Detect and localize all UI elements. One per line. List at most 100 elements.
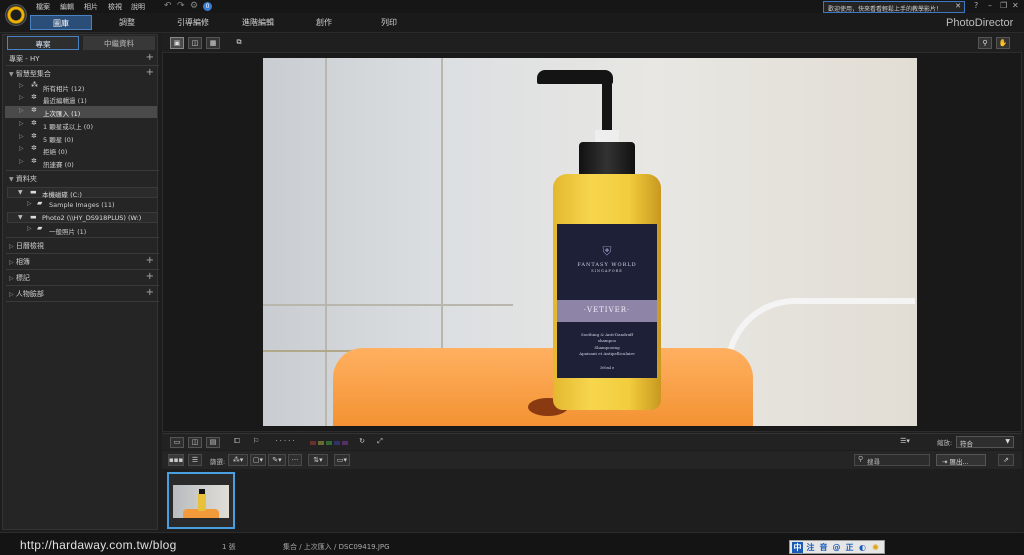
zoom-select[interactable]: 符合 ▼: [956, 436, 1014, 448]
ime-zheng-icon[interactable]: 正: [844, 542, 855, 553]
collapsed-arrow-icon[interactable]: ▷: [19, 145, 24, 152]
collection-all-photos[interactable]: ▷ ⁂ 所有相片 (12): [5, 81, 157, 93]
collapsed-arrow-icon[interactable]: ▷: [19, 82, 24, 89]
share-icon[interactable]: ⇗: [998, 454, 1014, 466]
undo-icon[interactable]: ↶: [164, 1, 172, 11]
thumbnail-view-button[interactable]: ▪▪▪: [168, 454, 184, 466]
calendar-view-header[interactable]: ▷ 日曆檢視: [5, 239, 157, 251]
settings-icon[interactable]: ⚙: [190, 1, 198, 11]
help-icon[interactable]: ?: [974, 1, 978, 10]
menu-file[interactable]: 檔案: [36, 2, 50, 12]
maximize-icon[interactable]: ❐: [1000, 1, 1007, 10]
add-tag-icon[interactable]: +: [146, 271, 154, 282]
collection-rejected[interactable]: ▷ ✲ 拒絕 (0): [5, 144, 157, 156]
tags-header[interactable]: ▷ 標記 +: [5, 271, 157, 283]
color-label-blue[interactable]: [334, 441, 340, 445]
collapsed-arrow-icon[interactable]: ▷: [9, 259, 14, 266]
ime-at-icon[interactable]: @: [831, 542, 842, 553]
compare-view-button[interactable]: ◫: [188, 37, 202, 49]
add-project-icon[interactable]: +: [146, 52, 154, 63]
tab-metadata[interactable]: 中繼資料: [83, 36, 155, 50]
collection-five-star[interactable]: ▷ ✲ 5 顆星 (0): [5, 132, 157, 144]
folder-sample-images[interactable]: ▷ ▰ Sample Images (11): [5, 199, 157, 211]
multi-photo-button[interactable]: ▤: [206, 437, 220, 448]
menu-view[interactable]: 檢視: [108, 2, 122, 12]
tab-library[interactable]: 圖庫: [30, 15, 92, 30]
collapsed-arrow-icon[interactable]: ▷: [9, 275, 14, 282]
collapsed-arrow-icon[interactable]: ▷: [27, 225, 32, 232]
external-monitor-icon[interactable]: ⧉: [232, 37, 246, 49]
smart-collections-header[interactable]: ▼ 智慧型集合 +: [5, 67, 157, 79]
collapsed-arrow-icon[interactable]: ▷: [9, 243, 14, 250]
single-view-button[interactable]: ▣: [170, 37, 184, 49]
photo-thumbnail[interactable]: [167, 472, 235, 529]
collapsed-arrow-icon[interactable]: ▷: [19, 133, 24, 140]
fullscreen-icon[interactable]: ⤢: [374, 437, 386, 448]
close-notification-icon[interactable]: ✕: [955, 2, 961, 10]
view-options-icon[interactable]: ☰▾: [896, 437, 914, 448]
collapsed-arrow-icon[interactable]: ▷: [19, 120, 24, 127]
add-face-icon[interactable]: +: [146, 287, 154, 298]
collection-flagged[interactable]: ▷ ✲ 訊速賽 (0): [5, 157, 157, 169]
two-photo-button[interactable]: ◫: [188, 437, 202, 448]
ime-sound-icon[interactable]: 音: [818, 542, 829, 553]
sort-button[interactable]: ⇅▾: [308, 454, 328, 466]
zoom-tool-icon[interactable]: ⚲: [978, 37, 992, 49]
collapsed-arrow-icon[interactable]: ▷: [19, 158, 24, 165]
folders-header[interactable]: ▼ 資料夾: [5, 172, 157, 184]
collapsed-arrow-icon[interactable]: ▷: [19, 107, 24, 114]
filter-selection-button[interactable]: ▢▾: [250, 454, 266, 466]
color-label-green[interactable]: [326, 441, 332, 445]
single-photo-button[interactable]: ▭: [170, 437, 184, 448]
collection-last-import[interactable]: ▷ ✲ 上次匯入 (1): [5, 106, 157, 118]
collapsed-arrow-icon[interactable]: ▷: [19, 94, 24, 101]
menu-edit[interactable]: 編輯: [60, 2, 74, 12]
minimize-icon[interactable]: –: [988, 1, 992, 10]
tab-advanced-edit[interactable]: 進階編輯: [228, 15, 288, 30]
collection-one-star[interactable]: ▷ ✲ 1 顆星或以上 (0): [5, 119, 157, 131]
ime-shape-icon[interactable]: ◐: [857, 542, 868, 553]
tab-create[interactable]: 創作: [297, 15, 351, 30]
face-tag-icon[interactable]: ⧠: [230, 437, 244, 448]
add-album-icon[interactable]: +: [146, 255, 154, 266]
page-options-button[interactable]: ▭▾: [334, 454, 350, 466]
notification-badge-icon[interactable]: 0: [203, 2, 212, 11]
expand-arrow-icon[interactable]: ▼: [9, 176, 14, 183]
albums-header[interactable]: ▷ 相簿 +: [5, 255, 157, 267]
chevron-down-icon[interactable]: ▼: [1005, 438, 1010, 445]
list-view-button[interactable]: ☰: [188, 454, 202, 466]
tab-adjust[interactable]: 調整: [98, 15, 156, 30]
redo-icon[interactable]: ↷: [177, 1, 185, 11]
collapsed-arrow-icon[interactable]: ▷: [9, 291, 14, 298]
filter-people-button[interactable]: ⁂▾: [228, 454, 248, 466]
filter-edited-button[interactable]: ✎▾: [268, 454, 286, 466]
add-smart-collection-icon[interactable]: +: [146, 67, 154, 78]
welcome-notification[interactable]: 歡迎使用，快來看看輕鬆上手的教學影片！ ✕: [823, 1, 965, 13]
drive-local-c[interactable]: ▼ ▬ 本機磁碟 (C:): [7, 187, 158, 199]
color-label-yellow[interactable]: [318, 441, 324, 445]
grid-view-button[interactable]: ▦: [206, 37, 220, 49]
folder-general-photos[interactable]: ▷ ▰ 一般照片 (1): [5, 224, 157, 236]
ime-settings-icon[interactable]: ✺: [870, 542, 881, 553]
tab-print[interactable]: 列印: [362, 15, 416, 30]
export-button[interactable]: ⇥ 匯出...: [936, 454, 986, 466]
collection-recent-edit[interactable]: ▷ ✲ 最近編輯過 (1): [5, 93, 157, 105]
menu-photo[interactable]: 相片: [84, 2, 98, 12]
collapsed-arrow-icon[interactable]: ▷: [27, 200, 32, 207]
star-rating-icon[interactable]: ·····: [268, 437, 304, 448]
hand-tool-icon[interactable]: ✋: [996, 37, 1010, 49]
color-label-purple[interactable]: [342, 441, 348, 445]
tab-project[interactable]: 專案: [7, 36, 79, 50]
flag-toggle-icon[interactable]: ⚐: [250, 437, 262, 448]
expand-arrow-icon[interactable]: ▼: [18, 189, 23, 196]
faces-header[interactable]: ▷ 人物臉部 +: [5, 287, 157, 299]
rotate-icon[interactable]: ↻: [356, 437, 368, 448]
expand-arrow-icon[interactable]: ▼: [18, 214, 23, 221]
ime-zhuyin-icon[interactable]: 注: [805, 542, 816, 553]
tab-guided[interactable]: 引導編修: [163, 15, 223, 30]
filter-more-button[interactable]: ···: [288, 454, 302, 466]
search-input[interactable]: ⚲ 搜尋 ✕: [854, 454, 941, 466]
ime-mode-icon[interactable]: 中: [792, 542, 803, 553]
menu-help[interactable]: 說明: [131, 2, 145, 12]
close-window-icon[interactable]: ✕: [1012, 1, 1019, 10]
